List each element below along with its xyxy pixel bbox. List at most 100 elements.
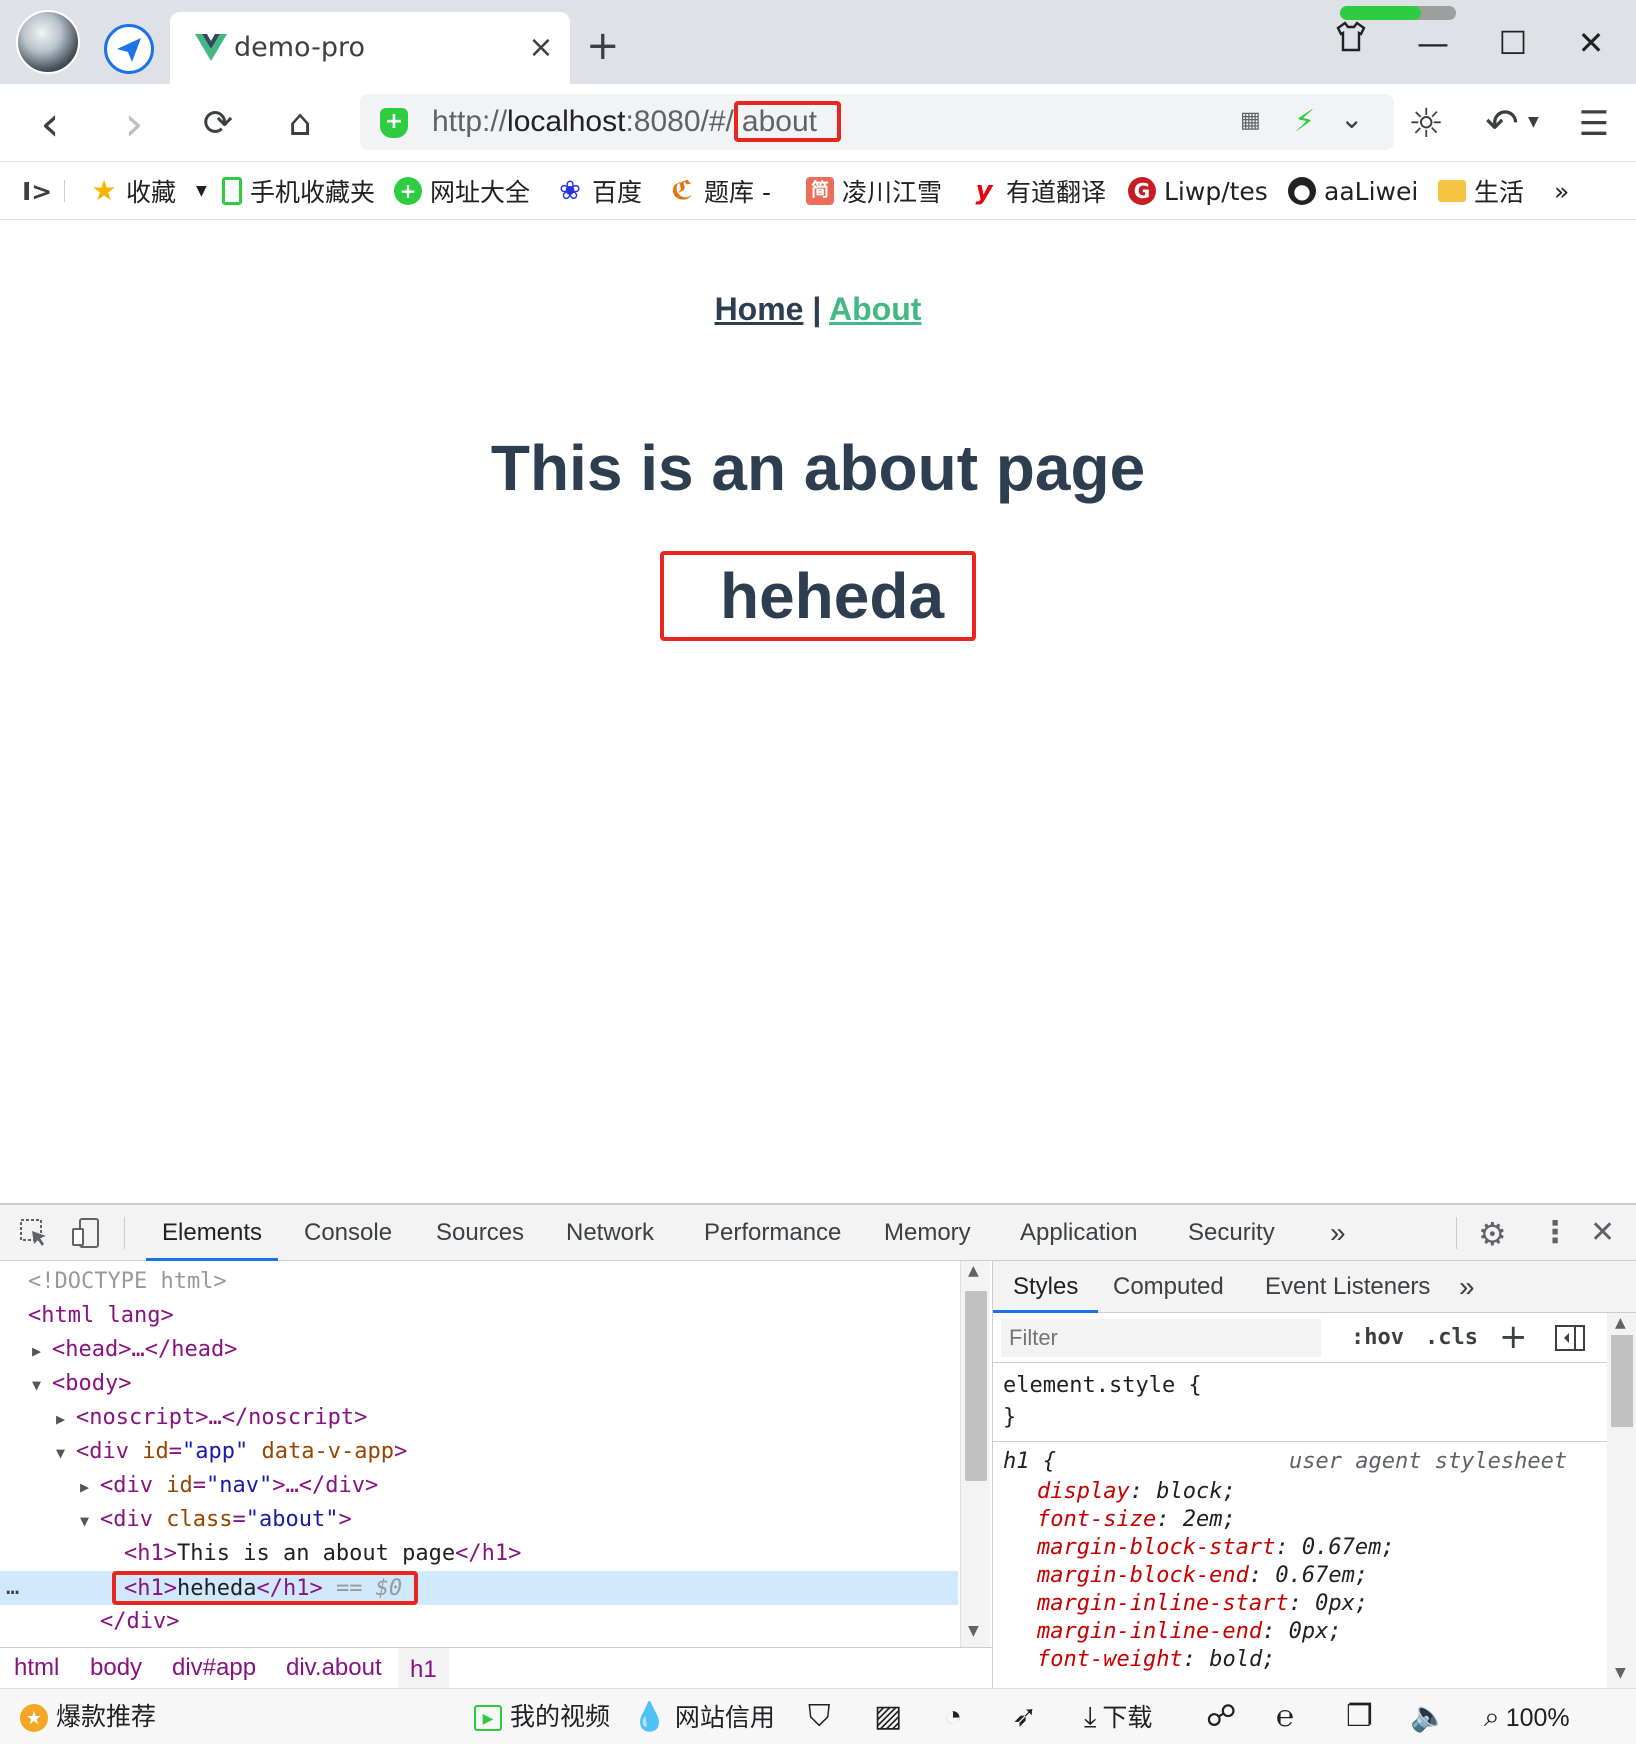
home-button[interactable]: ⌂ xyxy=(278,102,322,146)
breadcrumb-div-app[interactable]: div#app xyxy=(172,1654,256,1682)
styles-scrollbar[interactable]: ▲ ▼ xyxy=(1607,1313,1636,1690)
window-icon[interactable]: ❐ xyxy=(1346,1701,1373,1733)
inspect-element-icon[interactable] xyxy=(18,1217,50,1253)
tab-application[interactable]: Application xyxy=(1020,1205,1137,1261)
rocket-icon[interactable]: ➶ xyxy=(1012,1701,1037,1733)
collapse-triangle-icon[interactable]: ▼ xyxy=(56,1436,76,1470)
css-prop-row[interactable]: margin-inline-start: 0px; xyxy=(1037,1591,1617,1619)
minimize-button[interactable]: — xyxy=(1408,20,1458,66)
rule-selector[interactable]: h1 { xyxy=(1003,1449,1056,1474)
my-videos-link[interactable]: ▶ 我的视频 xyxy=(474,1701,610,1733)
bookmarks-more-button[interactable]: » xyxy=(1554,172,1569,210)
expand-triangle-icon[interactable]: ▶ xyxy=(80,1470,100,1504)
undo-dropdown-icon[interactable]: ▼ xyxy=(1528,114,1539,130)
qr-code-icon[interactable]: ▦ xyxy=(1240,108,1268,136)
url-text[interactable]: http://localhost:8080/#/about xyxy=(432,101,841,142)
tab-sources[interactable]: Sources xyxy=(436,1205,524,1261)
browser-tab[interactable]: demo-pro × xyxy=(170,12,570,84)
image-icon[interactable]: ▨ xyxy=(874,1701,902,1733)
user-avatar[interactable] xyxy=(16,10,80,74)
tab-close-icon[interactable]: × xyxy=(526,30,556,66)
bookmark-baidu[interactable]: ❀ 百度 xyxy=(556,172,642,210)
dom-node-div-nav[interactable]: ▶ <div id="nav">…</div> xyxy=(0,1469,958,1503)
bookmark-gitee[interactable]: G Liwp/tes xyxy=(1128,172,1268,210)
bookmark-youdao[interactable]: y 有道翻译 xyxy=(970,172,1107,210)
scroll-down-icon[interactable]: ▼ xyxy=(1615,1665,1626,1681)
forward-button[interactable]: › xyxy=(112,100,156,148)
bookmark-mobile[interactable]: 手机收藏夹 xyxy=(222,172,375,210)
security-shield-icon[interactable]: + xyxy=(380,108,408,138)
collapse-triangle-icon[interactable]: ▼ xyxy=(80,1504,100,1538)
dom-node-head[interactable]: ▶ <head>…</head> xyxy=(0,1333,958,1367)
undo-icon[interactable]: ↶ xyxy=(1480,102,1524,146)
nav-link-home[interactable]: Home xyxy=(715,291,804,327)
chevron-down-icon[interactable]: ▼ xyxy=(196,183,207,199)
breadcrumb-body[interactable]: body xyxy=(90,1654,142,1682)
incognito-icon[interactable]: ☍ xyxy=(1206,1701,1236,1733)
dom-node-body[interactable]: ▼ <body> xyxy=(0,1367,958,1401)
node-actions-icon[interactable]: … xyxy=(6,1571,19,1605)
skin-icon[interactable] xyxy=(1326,20,1376,66)
new-tab-button[interactable]: + xyxy=(586,26,620,66)
bookmark-sites[interactable]: + 网址大全 xyxy=(394,172,530,210)
back-button[interactable]: ‹ xyxy=(28,100,72,148)
scrollbar-thumb[interactable] xyxy=(1611,1335,1633,1427)
breadcrumb-html[interactable]: html xyxy=(14,1654,59,1682)
bookmark-lingchuan[interactable]: 简 凌川江雪 xyxy=(806,172,942,210)
tab-performance[interactable]: Performance xyxy=(704,1205,841,1261)
scroll-down-icon[interactable]: ▼ xyxy=(968,1623,979,1639)
breadcrumb-div-about[interactable]: div.about xyxy=(286,1654,382,1682)
expand-triangle-icon[interactable]: ▶ xyxy=(32,1334,52,1368)
element-style-open[interactable]: element.style { xyxy=(1003,1373,1202,1398)
dom-node-h1-heheda-selected[interactable]: … <h1>heheda</h1> == $0 xyxy=(0,1571,958,1605)
tab-styles[interactable]: Styles xyxy=(993,1261,1099,1313)
chevron-down-icon[interactable]: ⌄ xyxy=(1340,102,1363,135)
close-devtools-icon[interactable]: ✕ xyxy=(1590,1215,1615,1250)
scroll-up-icon[interactable]: ▲ xyxy=(968,1263,979,1279)
sidebar-toggle-button[interactable]: I> xyxy=(22,172,52,210)
download-link[interactable]: ⤓ 下载 xyxy=(1084,1701,1152,1733)
ie-icon[interactable]: ℮ xyxy=(1276,1701,1294,1733)
gear-icon[interactable]: ⚙ xyxy=(1478,1215,1507,1253)
tab-elements[interactable]: Elements xyxy=(146,1205,279,1261)
site-credit-link[interactable]: 💧 网站信用 xyxy=(632,1701,775,1733)
scrollbar-thumb[interactable] xyxy=(965,1291,987,1481)
styles-filter-input[interactable] xyxy=(1001,1319,1321,1357)
dom-node-doctype[interactable]: <!DOCTYPE html> xyxy=(0,1265,958,1299)
css-prop-row[interactable]: margin-block-start: 0.67em; xyxy=(1037,1535,1617,1563)
dom-node-div-close[interactable]: </div> xyxy=(0,1605,958,1639)
dom-node-div-app[interactable]: ▼ <div id="app" data-v-app> xyxy=(0,1435,958,1469)
dom-node-noscript[interactable]: ▶ <noscript>…</noscript> xyxy=(0,1401,958,1435)
tab-console[interactable]: Console xyxy=(304,1205,392,1261)
speaker-icon[interactable]: 🔈 xyxy=(1410,1701,1447,1733)
class-toggle[interactable]: .cls xyxy=(1425,1325,1478,1350)
address-bar[interactable]: + http://localhost:8080/#/about ▦ ⚡ ⌄ xyxy=(360,94,1394,150)
css-prop-row[interactable]: margin-inline-end: 0px; xyxy=(1037,1619,1617,1647)
tab-network[interactable]: Network xyxy=(566,1205,654,1261)
device-toolbar-icon[interactable] xyxy=(70,1217,102,1253)
css-prop-row[interactable]: font-size: 2em; xyxy=(1037,1507,1617,1535)
bookmark-folder-life[interactable]: 生活 xyxy=(1438,172,1524,210)
tab-computed[interactable]: Computed xyxy=(1113,1261,1224,1313)
tab-memory[interactable]: Memory xyxy=(884,1205,971,1261)
dom-node-html[interactable]: <html lang> xyxy=(0,1299,958,1333)
dom-scrollbar[interactable]: ▲ ▼ xyxy=(960,1261,990,1647)
zoom-control[interactable]: ⌕ 100% xyxy=(1484,1701,1570,1733)
bookmark-github[interactable]: ● aaLiwei xyxy=(1288,172,1418,210)
tab-event-listeners[interactable]: Event Listeners xyxy=(1265,1261,1430,1313)
toggle-sidebar-icon[interactable] xyxy=(1555,1325,1585,1355)
shield-icon[interactable]: ⛉ xyxy=(808,1701,831,1733)
menu-icon[interactable]: ☰ xyxy=(1572,102,1616,146)
kebab-menu-icon[interactable]: ⋮ xyxy=(1540,1215,1570,1250)
css-prop-row[interactable]: margin-block-end: 0.67em; xyxy=(1037,1563,1617,1591)
breadcrumb-h1[interactable]: h1 xyxy=(398,1648,449,1691)
reload-button[interactable]: ⟳ xyxy=(196,102,240,146)
tab-security[interactable]: Security xyxy=(1188,1205,1275,1261)
collapse-triangle-icon[interactable]: ▼ xyxy=(32,1368,52,1402)
brightness-icon[interactable]: ☼ xyxy=(1404,102,1448,146)
close-window-button[interactable]: ✕ xyxy=(1566,20,1616,66)
dom-node-div-about[interactable]: ▼ <div class="about"> xyxy=(0,1503,958,1537)
css-prop-row[interactable]: display: block; xyxy=(1037,1479,1617,1507)
promo-link[interactable]: ★ 爆款推荐 xyxy=(20,1701,156,1733)
more-styles-tabs-button[interactable]: » xyxy=(1459,1261,1475,1313)
